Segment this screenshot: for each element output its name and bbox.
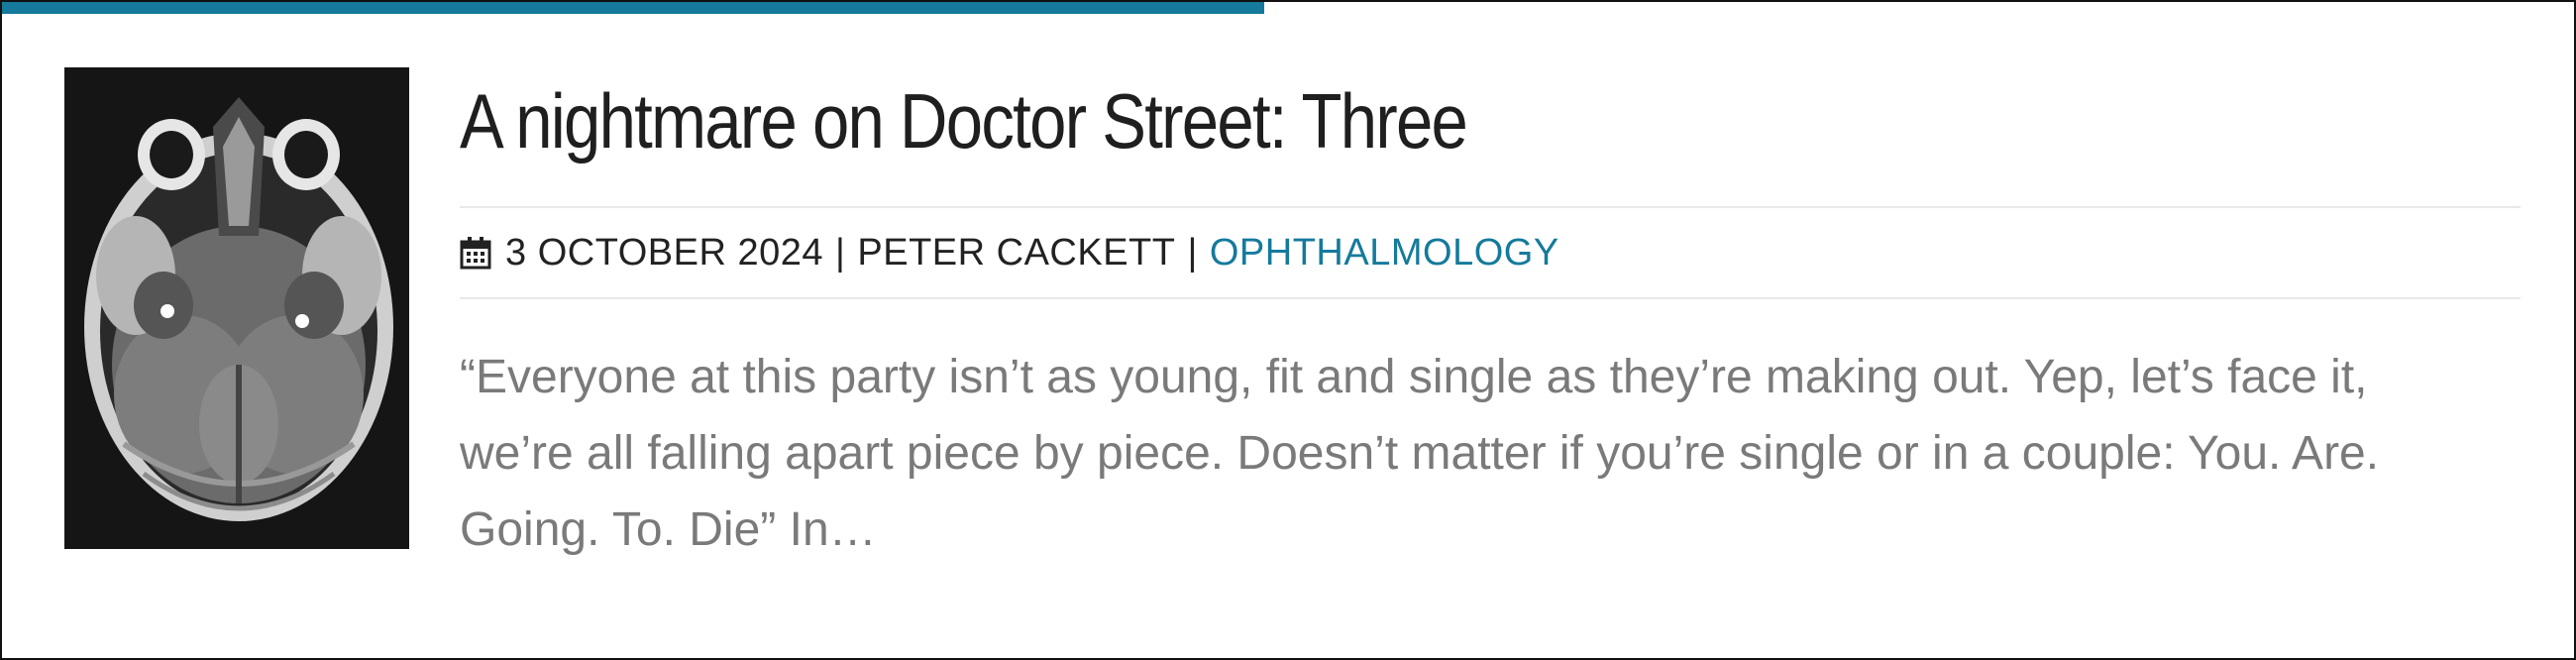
post-card: A nightmare on Doctor Street: Three 3 OC bbox=[0, 0, 2576, 660]
meta-separator: | bbox=[835, 231, 846, 274]
calendar-icon bbox=[460, 236, 491, 270]
post-content: A nightmare on Doctor Street: Three 3 OC bbox=[460, 71, 2521, 568]
meta-separator: | bbox=[1187, 231, 1198, 274]
post-title[interactable]: A nightmare on Doctor Street: Three bbox=[460, 71, 2232, 170]
divider bbox=[460, 297, 2521, 299]
post-excerpt: “Everyone at this party isn’t as young, … bbox=[460, 351, 2380, 556]
accent-bar bbox=[2, 2, 1264, 14]
post-category-link[interactable]: OPHTHALMOLOGY bbox=[1210, 232, 1559, 275]
post-meta: 3 OCTOBER 2024 | PETER CACKETT | OPHTHAL… bbox=[460, 208, 2521, 297]
post-thumbnail[interactable] bbox=[64, 67, 409, 549]
mri-brain-scan-image bbox=[64, 67, 409, 549]
post-date: 3 OCTOBER 2024 bbox=[505, 231, 824, 274]
post-author: PETER CACKETT bbox=[857, 231, 1176, 274]
